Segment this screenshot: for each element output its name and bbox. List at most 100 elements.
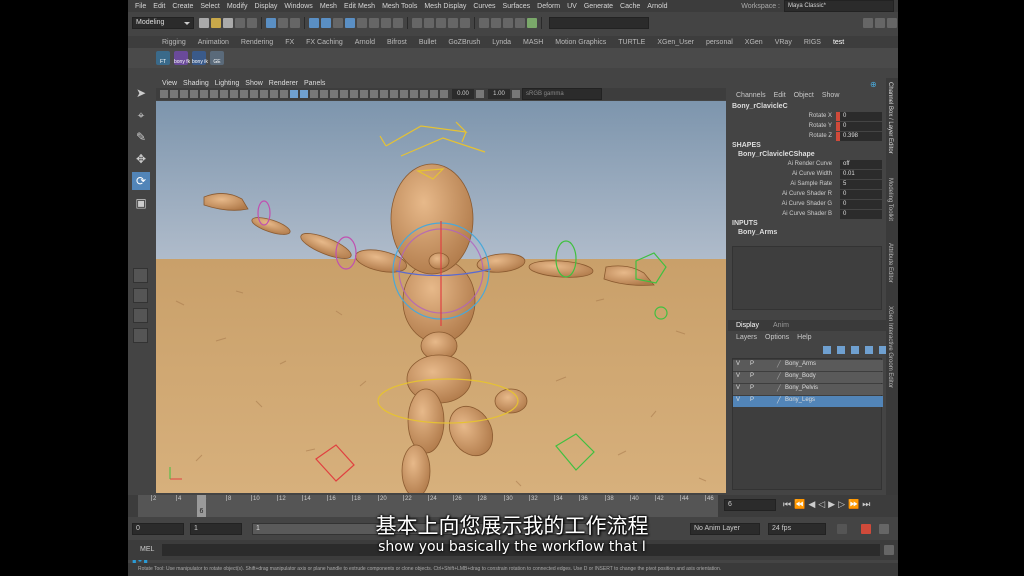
cb-value[interactable]: 0 — [840, 210, 882, 219]
cb-row-rotate-y[interactable]: Rotate Y 0 — [728, 122, 882, 132]
grid-icon[interactable] — [220, 90, 228, 98]
layer-color-icon[interactable]: ╱ — [777, 397, 781, 404]
safe-title-icon[interactable] — [280, 90, 288, 98]
lock-icon[interactable] — [393, 18, 403, 28]
shelf-tab-vray[interactable]: VRay — [769, 39, 798, 46]
layer-playback-toggle[interactable]: P — [750, 361, 754, 367]
menu-mesh-display[interactable]: Mesh Display — [424, 3, 466, 10]
shelf-tab-lynda[interactable]: Lynda — [486, 39, 517, 46]
gate-mask-icon[interactable] — [250, 90, 258, 98]
ipr-render-icon[interactable] — [503, 18, 513, 28]
select-component-icon[interactable] — [290, 18, 300, 28]
textured-icon[interactable] — [330, 90, 338, 98]
cb-value[interactable]: 0.398 — [840, 132, 882, 141]
pin-icon[interactable]: ⊕ — [870, 80, 877, 89]
layer-tab-display[interactable]: Display — [736, 322, 759, 329]
layer-color-icon[interactable]: ╱ — [777, 361, 781, 368]
settings-icon[interactable] — [875, 18, 885, 28]
color-management-icon[interactable] — [512, 90, 520, 98]
shelf-tab-rigging[interactable]: Rigging — [156, 39, 192, 46]
select-dynamics-icon[interactable] — [357, 18, 367, 28]
shelf-tab-personal[interactable]: personal — [700, 39, 739, 46]
shelf-tab-turtle[interactable]: TURTLE — [612, 39, 651, 46]
cb-menu-object[interactable]: Object — [794, 92, 814, 99]
step-forward-key-icon[interactable]: ⏩ — [848, 499, 859, 510]
vp-menu-show[interactable]: Show — [245, 80, 263, 87]
menu-select[interactable]: Select — [200, 3, 219, 10]
antialiasing-icon[interactable] — [380, 90, 388, 98]
move-layer-up-icon[interactable] — [823, 346, 831, 354]
menu-file[interactable]: File — [135, 3, 146, 10]
snap-grid-icon[interactable] — [412, 18, 422, 28]
menu-mesh[interactable]: Mesh — [320, 3, 337, 10]
layer-menu-help[interactable]: Help — [797, 334, 811, 341]
select-joints-icon[interactable] — [309, 18, 319, 28]
shelf-tab-xgen[interactable]: XGen — [739, 39, 769, 46]
gamma-icon[interactable] — [476, 90, 484, 98]
lasso-tool-icon[interactable]: ⌖ — [132, 106, 150, 124]
grease-pencil-icon[interactable] — [210, 90, 218, 98]
layer-row-bony-body[interactable]: V P ╱ Bony_Body — [733, 372, 883, 383]
side-tab-attribute-editor[interactable]: Attribute Editor — [887, 243, 893, 283]
menu-curves[interactable]: Curves — [473, 3, 495, 10]
layer-row-bony-legs[interactable]: V P ╱ Bony_Legs — [733, 396, 883, 407]
layer-menu-options[interactable]: Options — [765, 334, 789, 341]
snap-curve-icon[interactable] — [424, 18, 434, 28]
cb-value[interactable]: 0 — [840, 112, 882, 121]
menu-edit-mesh[interactable]: Edit Mesh — [344, 3, 375, 10]
go-to-start-icon[interactable]: ⏮ — [783, 499, 791, 510]
shelf-tab-rendering[interactable]: Rendering — [235, 39, 279, 46]
xray-active-icon[interactable] — [420, 90, 428, 98]
use-all-lights-icon[interactable] — [340, 90, 348, 98]
snap-point-icon[interactable] — [436, 18, 446, 28]
camera-attributes-icon[interactable] — [170, 90, 178, 98]
mode-select[interactable]: Modeling — [132, 17, 194, 29]
outliner-layout-icon[interactable] — [133, 328, 148, 343]
smooth-shade-icon[interactable] — [300, 90, 308, 98]
cb-row-ai-curve-shader-g[interactable]: Ai Curve Shader G 0 — [728, 200, 882, 210]
select-camera-icon[interactable] — [160, 90, 168, 98]
layer-color-icon[interactable]: ╱ — [777, 385, 781, 392]
shelf-tab-animation[interactable]: Animation — [192, 39, 235, 46]
cb-menu-channels[interactable]: Channels — [736, 92, 766, 99]
menu-uv[interactable]: UV — [567, 3, 577, 10]
history-icon[interactable] — [479, 18, 489, 28]
menu-cache[interactable]: Cache — [620, 3, 640, 10]
sign-in-icon[interactable] — [863, 18, 873, 28]
go-to-end-icon[interactable]: ⏭ — [862, 499, 870, 510]
cb-value[interactable]: off — [840, 160, 882, 169]
render-frame-icon[interactable] — [491, 18, 501, 28]
vp-menu-panels[interactable]: Panels — [304, 80, 325, 87]
shelf-tab-gozbrush[interactable]: GoZBrush — [442, 39, 486, 46]
motion-blur-icon[interactable] — [370, 90, 378, 98]
menu-create[interactable]: Create — [172, 3, 193, 10]
quick-field[interactable] — [549, 17, 649, 29]
layer-playback-toggle[interactable]: P — [750, 385, 754, 391]
xray-icon[interactable] — [410, 90, 418, 98]
cb-value[interactable]: 0 — [840, 122, 882, 131]
select-misc-icon[interactable] — [381, 18, 391, 28]
vp-menu-renderer[interactable]: Renderer — [269, 80, 298, 87]
toggle-panel-icon[interactable] — [887, 18, 897, 28]
new-empty-layer-icon[interactable] — [851, 346, 859, 354]
play-backwards-icon[interactable]: ◁ — [818, 499, 825, 510]
play-forwards-icon[interactable]: ▶ — [828, 499, 835, 510]
step-forward-frame-icon[interactable]: ▷ — [838, 499, 845, 510]
layer-visibility-toggle[interactable]: V — [736, 385, 740, 391]
film-gate-icon[interactable] — [230, 90, 238, 98]
move-tool-icon[interactable]: ✥ — [132, 150, 150, 168]
screen-space-ao-icon[interactable] — [360, 90, 368, 98]
cb-row-ai-sample-rate[interactable]: Ai Sample Rate 5 — [728, 180, 882, 190]
select-deformations-icon[interactable] — [345, 18, 355, 28]
four-view-layout-icon[interactable] — [133, 288, 148, 303]
vp-menu-shading[interactable]: Shading — [183, 80, 209, 87]
cb-menu-edit[interactable]: Edit — [774, 92, 786, 99]
single-perspective-layout-icon[interactable] — [133, 268, 148, 283]
shelf-tab-bullet[interactable]: Bullet — [413, 39, 443, 46]
rotate-tool-icon[interactable]: ⟳ — [132, 172, 150, 190]
viewport-3d[interactable] — [156, 101, 726, 493]
shelf-tab-arnold[interactable]: Arnold — [349, 39, 381, 46]
cb-row-ai-render-curve[interactable]: Ai Render Curve off — [728, 160, 882, 170]
depth-of-field-icon[interactable] — [390, 90, 398, 98]
menu-generate[interactable]: Generate — [584, 3, 613, 10]
